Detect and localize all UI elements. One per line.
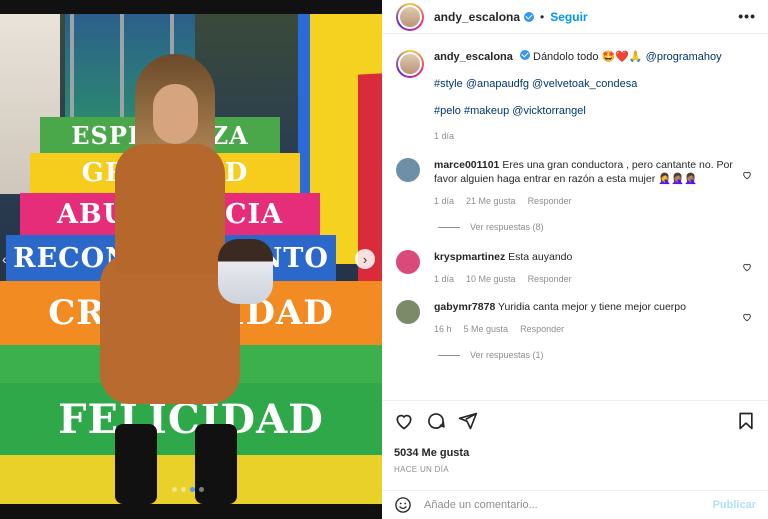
carousel-dot	[199, 487, 204, 492]
doll	[218, 239, 273, 304]
comments-section[interactable]: andy_escalona Dándolo todo 🤩❤️🙏 @program…	[382, 38, 768, 396]
commenter-avatar[interactable]	[396, 300, 420, 324]
post-photo: ESPERANZA GRATITUD ABUNDANCIA RECONOCIMI…	[0, 0, 382, 519]
platform-sandal	[115, 424, 157, 504]
caption-body: andy_escalona Dándolo todo 🤩❤️🙏 @program…	[434, 50, 754, 144]
carousel-dot	[172, 487, 177, 492]
view-replies-label: Ver respuestas (1)	[470, 350, 544, 360]
instagram-post-modal: ESPERANZA GRATITUD ABUNDANCIA RECONOCIMI…	[0, 0, 768, 519]
post-header: andy_escalona • Seguir •••	[382, 0, 768, 34]
comment-likes[interactable]: 5 Me gusta	[464, 322, 509, 336]
chevron-right-icon: ›	[362, 251, 368, 267]
save-bookmark-icon[interactable]	[736, 411, 756, 431]
post-caption: andy_escalona Dándolo todo 🤩❤️🙏 @program…	[396, 50, 754, 144]
comment-username[interactable]: gabymr7878	[434, 301, 495, 313]
caption-username[interactable]: andy_escalona	[434, 51, 513, 63]
photo-scene: ESPERANZA GRATITUD ABUNDANCIA RECONOCIMI…	[0, 14, 382, 504]
commenter-avatar[interactable]	[396, 158, 420, 182]
view-replies-button[interactable]: Ver respuestas (8)	[438, 222, 754, 232]
more-options-icon[interactable]: •••	[738, 8, 756, 24]
add-comment-bar: Publicar	[382, 490, 768, 519]
author-username[interactable]: andy_escalona	[434, 10, 520, 24]
reply-button[interactable]: Responder	[528, 194, 572, 208]
like-comment-heart-icon[interactable]	[742, 170, 752, 180]
reply-button[interactable]: Responder	[528, 272, 572, 286]
torso	[115, 144, 225, 274]
comment-item: marce001101 Eres una gran conductora , p…	[396, 158, 754, 208]
comment-bubble-icon[interactable]	[426, 411, 446, 431]
publish-button[interactable]: Publicar	[713, 499, 756, 511]
carousel-dot	[190, 487, 195, 492]
platform-sandal	[195, 424, 237, 504]
view-replies-button[interactable]: Ver respuestas (1)	[438, 350, 754, 360]
verified-badge-icon	[519, 50, 530, 60]
comment-body: gabymr7878 Yuridia canta mejor y tiene m…	[434, 300, 734, 336]
comment-text: Yuridia canta mejor y tiene mejor cuerpo	[498, 301, 686, 313]
share-send-icon[interactable]	[458, 411, 478, 431]
comment-item: gabymr7878 Yuridia canta mejor y tiene m…	[396, 300, 754, 336]
caption-hashtag[interactable]: #style	[434, 78, 463, 90]
caption-mention[interactable]: @vicktorrangel	[512, 105, 586, 117]
comment-username[interactable]: marce001101	[434, 159, 499, 171]
follow-button[interactable]: Seguir	[550, 10, 587, 24]
comment-body: marce001101 Eres una gran conductora , p…	[434, 158, 734, 208]
comment-likes[interactable]: 21 Me gusta	[466, 194, 516, 208]
next-slide-button[interactable]: ›	[355, 249, 375, 269]
post-actions: 5034 Me gusta HACE UN DÍA	[382, 400, 768, 474]
comment-time: 16 h	[434, 324, 452, 334]
comment-text: Esta auyando	[508, 251, 573, 263]
caption-mention[interactable]: @programahoy	[646, 51, 722, 63]
railing	[70, 14, 74, 134]
chevron-left-icon[interactable]: ‹	[2, 249, 18, 269]
like-comment-heart-icon[interactable]	[742, 262, 752, 272]
author-avatar[interactable]	[396, 2, 424, 31]
comment-input[interactable]	[424, 499, 694, 511]
caption-mentions[interactable]: @anapaudfg @velvetoak_condesa	[466, 78, 638, 90]
post-timestamp: HACE UN DÍA	[394, 465, 449, 474]
emoji-smiley-icon[interactable]	[394, 496, 412, 514]
comment-time: 1 día	[434, 274, 455, 284]
separator-dot: •	[540, 9, 545, 24]
face	[153, 84, 198, 144]
like-comment-heart-icon[interactable]	[742, 312, 752, 322]
caption-hashtags[interactable]: #pelo #makeup	[434, 105, 509, 117]
comment-body: kryspmartinez Esta auyando 1 día 10 Me g…	[434, 250, 734, 286]
view-replies-label: Ver respuestas (8)	[470, 222, 544, 232]
carousel-dot	[181, 487, 186, 492]
comment-likes[interactable]: 10 Me gusta	[466, 272, 516, 286]
caption-text: Dándolo todo 🤩❤️🙏	[533, 51, 643, 63]
like-heart-icon[interactable]	[394, 411, 414, 431]
like-count[interactable]: 5034 Me gusta	[394, 447, 756, 459]
carousel-indicator	[172, 487, 204, 492]
commenter-avatar[interactable]	[396, 250, 420, 274]
verified-badge-icon	[524, 11, 535, 22]
author-avatar[interactable]	[396, 50, 424, 78]
comment-item: kryspmartinez Esta auyando 1 día 10 Me g…	[396, 250, 754, 286]
comment-username[interactable]: kryspmartinez	[434, 251, 505, 263]
comment-time: 1 día	[434, 196, 455, 206]
reply-button[interactable]: Responder	[520, 322, 564, 336]
post-side-panel: andy_escalona • Seguir ••• andy_escalona…	[382, 0, 768, 519]
caption-timestamp: 1 día	[434, 131, 455, 141]
